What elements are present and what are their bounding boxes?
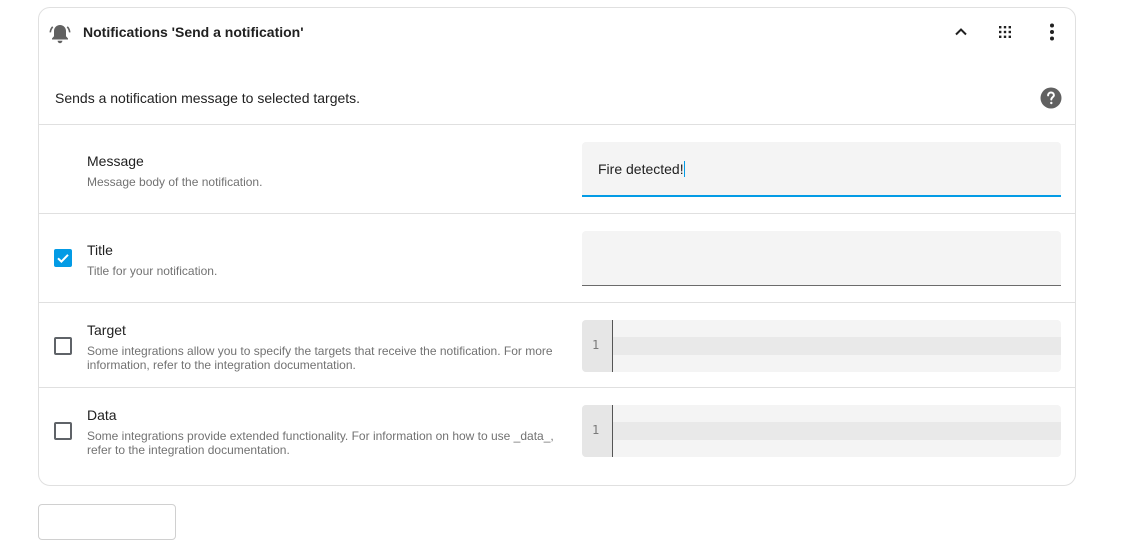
field-label: Message	[87, 153, 144, 169]
help-circle-icon[interactable]	[1040, 87, 1062, 109]
field-row-message: Message Message body of the notification…	[39, 124, 1075, 214]
code-gutter: 1	[582, 320, 613, 372]
field-label: Title	[87, 242, 113, 258]
drag-handle-icon	[999, 26, 1011, 38]
bell-ring-icon	[47, 21, 73, 47]
line-number: 1	[592, 338, 600, 352]
field-row-title: Title Title for your notification.	[39, 213, 1075, 303]
action-description: Sends a notification message to selected…	[55, 90, 361, 106]
data-code-editor[interactable]: 1	[582, 405, 1061, 457]
line-number: 1	[592, 423, 600, 437]
code-gutter: 1	[582, 405, 613, 457]
checkmark-icon	[57, 254, 69, 264]
target-checkbox[interactable]	[54, 337, 72, 355]
add-action-button[interactable]	[38, 504, 176, 540]
data-checkbox[interactable]	[54, 422, 72, 440]
field-label: Target	[87, 322, 126, 338]
message-input[interactable]: Fire detected!	[582, 142, 1061, 197]
field-row-data: Data Some integrations provide extended …	[39, 387, 1075, 487]
action-card: Notifications 'Send a notification' Send…	[38, 7, 1076, 486]
code-active-line	[613, 422, 1061, 440]
drag-handle[interactable]	[991, 18, 1019, 46]
overflow-menu-button[interactable]	[1038, 18, 1066, 46]
target-code-editor[interactable]: 1	[582, 320, 1061, 372]
code-active-line	[613, 337, 1061, 355]
field-description: Title for your notification.	[87, 264, 218, 278]
card-title: Notifications 'Send a notification'	[83, 24, 304, 40]
text-caret	[683, 161, 685, 177]
field-description: Message body of the notification.	[87, 175, 263, 189]
field-row-target: Target Some integrations allow you to sp…	[39, 302, 1075, 388]
field-label: Data	[87, 407, 117, 423]
title-checkbox[interactable]	[54, 249, 72, 267]
field-description: Some integrations provide extended funct…	[87, 429, 554, 457]
title-input[interactable]	[582, 231, 1061, 286]
chevron-up-icon	[955, 28, 967, 36]
collapse-button[interactable]	[947, 18, 975, 46]
card-header[interactable]: Notifications 'Send a notification'	[39, 8, 1075, 56]
message-value: Fire detected!	[598, 161, 684, 177]
field-description: Some integrations allow you to specify t…	[87, 344, 553, 372]
more-vertical-icon	[1050, 23, 1054, 41]
